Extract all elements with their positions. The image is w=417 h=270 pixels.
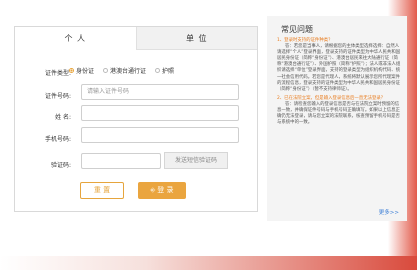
faq-answer: 答：请检查您输入的登录信息是否与在法院立案时预留的信息一致，并确保证件号码与手机… [277,101,400,126]
phone-input[interactable] [81,127,239,143]
login-tabs: 个 人 单 位 [15,27,257,50]
radio-dot [103,68,109,73]
page-footer-band [0,256,417,270]
faq-title: 常见问题 [281,25,313,34]
verification-code-label: 验证码: [50,162,71,169]
faq-panel: 常见问题 1、登录时支持的证件种类？ 答：若您是当事人，请根据您的主体类型选择选… [267,16,407,221]
radio-dot [69,68,74,73]
send-sms-code-button[interactable]: 发送短信验证码 [164,152,228,169]
reset-button[interactable]: 重 置 [80,182,124,199]
radio-label: 护照 [162,68,175,75]
login-button[interactable]: ⎆ 登 录 [138,182,186,199]
cert-type-radio-group: 身份证 港澳台通行证 护照 [69,66,174,75]
login-card: 个 人 单 位 证件类型: 身份证 港澳台通行证 护照 证件号码: 请输入证件号… [14,26,258,212]
tab-organization[interactable]: 单 位 [135,27,257,50]
radio-id-card[interactable]: 身份证 [69,66,94,75]
radio-label: 港澳台通行证 [110,68,147,75]
radio-hk-macao-taiwan-permit[interactable]: 港澳台通行证 [103,66,146,75]
name-input[interactable] [81,105,239,121]
name-label: 姓 名: [55,114,71,121]
radio-dot [155,68,161,73]
verification-code-input[interactable] [81,153,161,169]
cert-number-input[interactable]: 请输入证件号码 [81,84,239,100]
tab-personal[interactable]: 个 人 [15,27,136,50]
login-icon: ⎆ [150,187,156,194]
phone-label: 手机号码: [44,136,71,143]
radio-passport[interactable]: 护照 [155,66,174,75]
faq-content: 1、登录时支持的证件种类？ 答：若您是当事人，请根据您的主体类型选择选择：自然人… [277,37,401,126]
cert-number-label: 证件号码: [44,93,71,100]
faq-answer: 答：若您是当事人，请根据您的主体类型选择选择：自然人请选择“个人”登录界面，登录… [277,44,401,92]
cert-type-label: 证件类型: [44,70,71,77]
faq-more-link[interactable]: 更多>> [379,208,399,216]
radio-label: 身份证 [76,68,95,75]
login-button-label: 登 录 [157,186,174,194]
